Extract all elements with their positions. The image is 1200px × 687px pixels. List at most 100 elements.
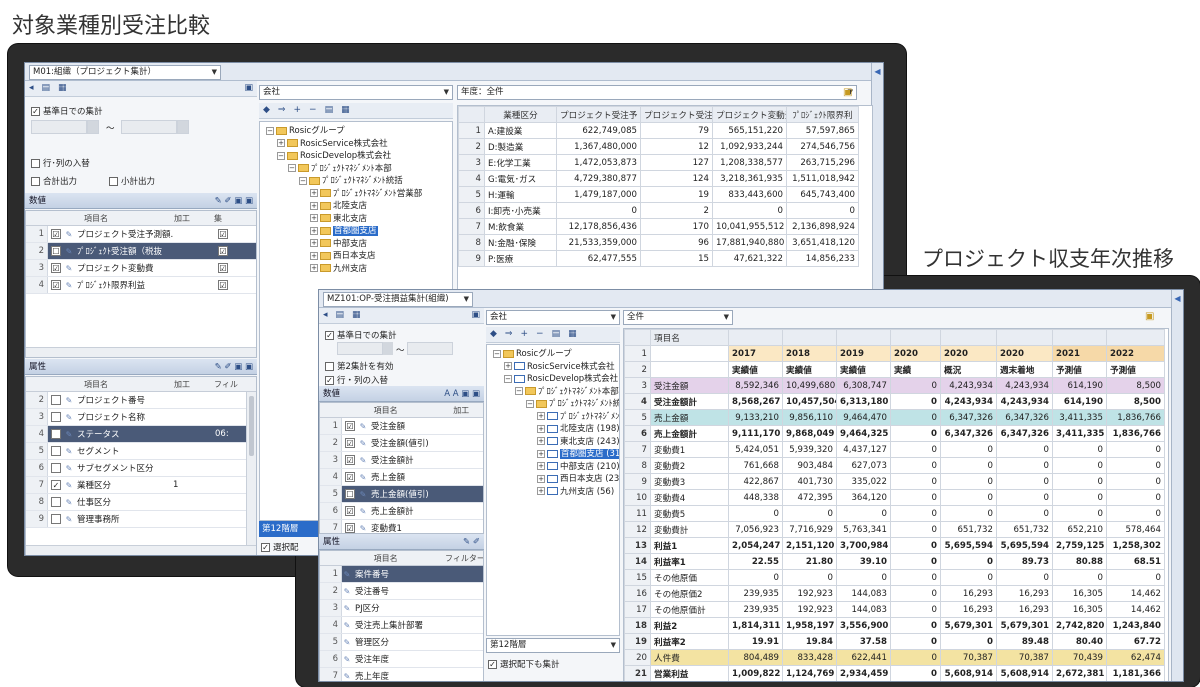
collapse-icon[interactable]: −	[277, 151, 285, 160]
grid-column-header[interactable]: プロジェクト受注予	[640, 106, 713, 123]
tree-node[interactable]: + ﾌﾟﾛｼﾞｪｸﾄﾏﾈｼﾞﾒﾝﾄ営業部	[260, 188, 452, 201]
expand-icon[interactable]: +	[310, 201, 318, 210]
tree-node[interactable]: − Rosicグループ	[487, 348, 619, 361]
numeric-list-row[interactable]: 1 ☑ ✎ 受注金額	[320, 418, 483, 435]
pin-icon[interactable]: ▣	[471, 310, 480, 321]
grid-row[interactable]: 5 売上金額 9,133,210 9,856,110 9,464,470 0 6,347,3…	[624, 409, 1165, 426]
row-checkbox[interactable]: ☑	[345, 421, 355, 431]
row-checkbox[interactable]: ☑	[345, 506, 355, 516]
grid-column-header[interactable]: ﾌﾟﾛｼﾞｪｸﾄ限界利	[786, 106, 859, 123]
tree-node[interactable]: + RosicService株式会社	[487, 361, 619, 374]
attribute-list-row[interactable]: 7 ✓ ✎ 業種区分 1	[26, 477, 256, 494]
expand-icon[interactable]: +	[537, 474, 545, 483]
attribute-hscroll[interactable]	[26, 545, 256, 555]
attribute-vscroll-thumb[interactable]	[249, 396, 254, 456]
numeric-list-row[interactable]: 7 ☑ ✎ 変動費1	[320, 520, 483, 533]
grid-row[interactable]: 11 変動費5 0 0 0 0 0 0 0 0	[624, 505, 1165, 522]
pencil-icon[interactable]: ✎	[64, 430, 74, 439]
grid-column-header[interactable]: 業種区分	[484, 106, 557, 123]
tree-up-icon[interactable]: ◆	[490, 329, 497, 340]
tree-node[interactable]: + 九州支店	[260, 263, 452, 276]
expand-all-button[interactable]: +	[293, 105, 301, 116]
numeric-list-row[interactable]: 4 ☑ ✎ ﾌﾟﾛｼﾞｪｸﾄ限界利益 ☑	[26, 277, 256, 294]
grid-row[interactable]: 17 その他原価計 239,935 192,923 144,083 0 16,293 16,2…	[624, 601, 1165, 618]
date-to-input[interactable]	[407, 342, 453, 355]
tree-node[interactable]: + 東北支店	[260, 213, 452, 226]
attribute-list-row[interactable]: 3 ✎ PJ区分	[320, 600, 483, 617]
row-checkbox[interactable]: ☑	[345, 455, 355, 465]
pencil-icon[interactable]: ✎	[342, 672, 352, 681]
grid-row[interactable]: 22営業利益率11.0811.4031.010088.3778.3464.32	[625, 682, 1165, 683]
include-children-checkbox[interactable]: ✓	[488, 660, 497, 669]
grid-row[interactable]: 2 D:製造業 1,367,480,000 12 1,092,933,244 274,54…	[458, 138, 859, 155]
grid-row[interactable]: 5 H:運輸 1,479,187,000 19 833,443,600 645,743,4…	[458, 186, 859, 203]
pencil-icon[interactable]: ✎	[358, 507, 368, 516]
pencil-icon[interactable]: ✎	[358, 456, 368, 465]
tree-node[interactable]: + ﾌﾟﾛｼﾞｪｸﾄﾏﾈｼﾞﾒﾝﾄ	[487, 411, 619, 424]
report-select[interactable]: MZ101:OP-受注損益集計(組織) ▼	[323, 292, 473, 307]
expand-icon[interactable]: +	[504, 362, 512, 370]
grid-row[interactable]: 6 I:卸売･小売業 0 2 0 0	[458, 202, 859, 219]
grid-row[interactable]: 9 変動費3 422,867 401,730 335,022 0 0 0 0 0	[624, 473, 1165, 490]
attribute-list-row[interactable]: 1 ✎ 案件番号	[320, 566, 483, 583]
expand-icon[interactable]: +	[310, 214, 318, 222]
pencil-icon[interactable]: ✎	[64, 230, 74, 239]
tree-node[interactable]: − ﾌﾟﾛｼﾞｪｸﾄﾏﾈｼﾞﾒﾝﾄ本部	[487, 386, 619, 399]
row-checkbox[interactable]	[51, 429, 61, 439]
row-checkbox[interactable]	[51, 446, 61, 456]
pencil-icon[interactable]: ✎	[64, 464, 74, 473]
numeric-section-tools-icon[interactable]: ✎ ✐ ▣ ▣	[215, 193, 253, 208]
base-date-checkbox[interactable]: ✓	[325, 331, 334, 340]
attribute-list-row[interactable]: 7 ✎ 売上年度	[320, 668, 483, 681]
tree-node[interactable]: + 西日本支店	[260, 250, 452, 263]
attribute-list-row[interactable]: 8 ✎ 仕事区分	[26, 494, 256, 511]
collapse-icon[interactable]: −	[288, 164, 296, 172]
pencil-icon[interactable]: ✎	[358, 422, 368, 431]
pencil-icon[interactable]: ✎	[342, 655, 352, 664]
row-checkbox[interactable]	[51, 412, 61, 422]
numeric-list-row[interactable]: 4 ☑ ✎ 売上金額	[320, 469, 483, 486]
aggregate-checkbox[interactable]: ☑	[218, 229, 228, 239]
aggregate-checkbox[interactable]: ☑	[218, 280, 228, 290]
row-checkbox[interactable]: ☑	[51, 280, 61, 290]
tree-node[interactable]: − Rosicグループ	[260, 125, 452, 138]
grid-row[interactable]: 4 G:電気･ガス 4,729,380,877 124 3,218,361,935 1,5…	[458, 170, 859, 187]
base-date-checkbox[interactable]: ✓	[31, 107, 40, 116]
row-checkbox[interactable]: ☑	[51, 229, 61, 239]
tree-node[interactable]: − RosicDevelop株式会社	[260, 150, 452, 163]
grid-column-header[interactable]	[1106, 329, 1165, 346]
tree-up-icon[interactable]: ◆	[263, 105, 270, 116]
grid-column-header[interactable]	[836, 329, 891, 346]
export-icon[interactable]: ▣	[1145, 311, 1154, 322]
pencil-icon[interactable]: ✎	[358, 439, 368, 448]
total-output-checkbox[interactable]	[31, 177, 40, 186]
row-checkbox[interactable]: ✓	[51, 480, 61, 490]
row-checkbox[interactable]: ☑	[345, 472, 355, 482]
aggregate-checkbox[interactable]: ☑	[218, 246, 228, 256]
pencil-icon[interactable]: ✎	[342, 638, 352, 647]
tree-node[interactable]: + 中部支店 (210)	[487, 461, 619, 474]
row-checkbox[interactable]	[51, 463, 61, 473]
attribute-list-row[interactable]: 5 ✎ セグメント	[26, 443, 256, 460]
grid-column-header[interactable]	[1052, 329, 1107, 346]
row-checkbox[interactable]: ☐	[345, 489, 355, 499]
grid-row[interactable]: 7 変動費1 5,424,051 5,939,320 4,437,127 0 0 0 0 0	[624, 441, 1165, 458]
grid-column-header[interactable]	[890, 329, 941, 346]
pencil-icon[interactable]: ✎	[342, 570, 352, 579]
attribute-list-row[interactable]: 9 ✎ 管理事務所	[26, 511, 256, 528]
attribute-section-tools-icon[interactable]: ✎ ✐	[463, 534, 480, 549]
date-from-input[interactable]	[31, 120, 87, 134]
pencil-icon[interactable]: ✎	[64, 264, 74, 273]
pencil-icon[interactable]: ✎	[342, 621, 352, 630]
tree-table-icon[interactable]: ▦	[568, 329, 577, 340]
attribute-list-row[interactable]: 6 ✎ サブセグメント区分	[26, 460, 256, 477]
numeric-list-row[interactable]: 3 ☑ ✎ プロジェクト変動費 ☑	[26, 260, 256, 277]
grid-column-header[interactable]	[996, 329, 1053, 346]
pencil-icon[interactable]: ✎	[64, 515, 74, 524]
attribute-list-row[interactable]: 5 ✎ 管理区分	[320, 634, 483, 651]
grid-row[interactable]: 18 利益2 1,814,311 1,958,197 3,556,900 0 5,679,3…	[624, 617, 1165, 634]
grid-row[interactable]: 7 M:飲食業 12,178,856,436 170 10,041,955,512 2,1…	[458, 218, 859, 235]
expand-icon[interactable]: +	[537, 462, 545, 470]
pencil-icon[interactable]: ✎	[342, 587, 352, 596]
grid-row[interactable]: 12 変動費計 7,056,923 7,716,929 5,763,341 0 651,73…	[624, 521, 1165, 538]
